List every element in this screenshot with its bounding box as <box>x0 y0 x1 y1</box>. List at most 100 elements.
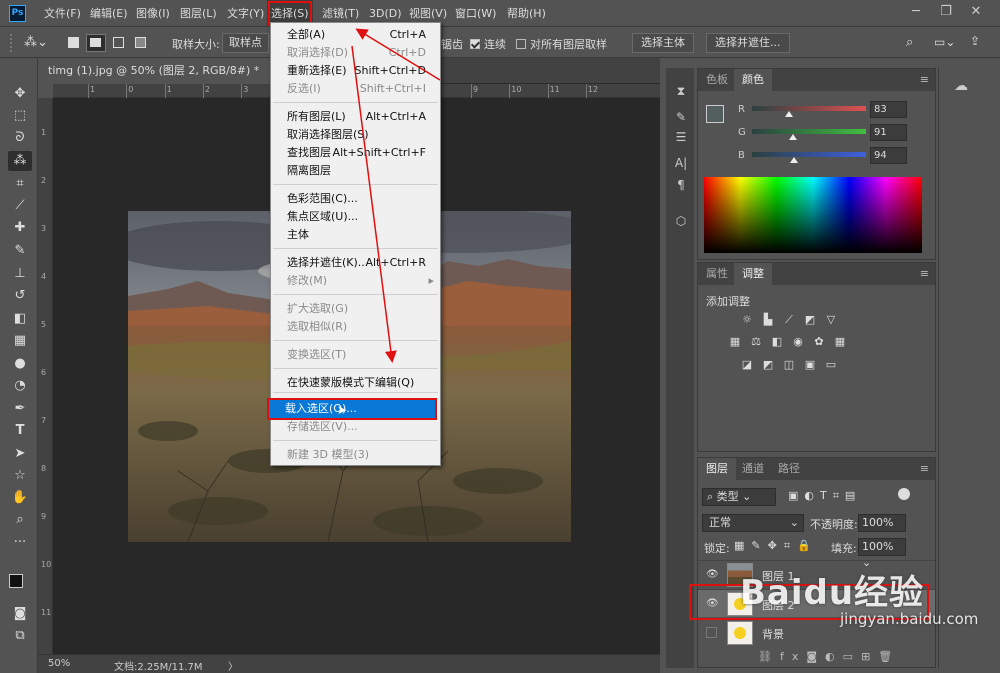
status-menu-arrow[interactable]: 〉 <box>228 658 238 673</box>
fill-input[interactable]: 100% ⌄ <box>858 538 906 569</box>
select-menu-item[interactable]: 新建 3D 模型(3) <box>271 446 440 464</box>
select-menu-item[interactable]: 主体 <box>271 226 440 244</box>
layer-filter-select[interactable]: ⌕ 类型 ⌄ <box>702 488 776 506</box>
magic-wand-icon[interactable]: ⁂⌄ <box>24 35 48 50</box>
tab-channels[interactable]: 通道 <box>734 458 772 480</box>
select-menu-item[interactable]: 选择并遮住(K)... Alt+Ctrl+R <box>271 254 440 272</box>
clone-stamp-tool-icon[interactable]: ⊥ <box>8 264 32 284</box>
select-and-mask-button[interactable]: 选择并遮住... <box>706 33 790 53</box>
trash-icon[interactable]: 🗑 <box>878 650 900 663</box>
layer-filter-icons[interactable]: ▣◐T⌗▤ <box>788 489 861 503</box>
adjustment-icon[interactable]: ◐ <box>825 650 843 663</box>
photo-filter-icon[interactable]: ◉ <box>791 335 805 349</box>
history-panel-icon[interactable]: ⧗ <box>672 82 690 100</box>
select-menu-item[interactable]: 全部(A) Ctrl+A <box>271 26 440 44</box>
menu-1[interactable]: 编辑(E) <box>86 0 132 27</box>
color-slider-track[interactable] <box>752 106 866 111</box>
character-panel-icon[interactable]: A| <box>672 154 690 172</box>
properties-panel-icon[interactable]: ☰ <box>672 128 690 146</box>
crop-tool-icon[interactable]: ⌗ <box>8 174 32 194</box>
eyedropper-tool-icon[interactable]: ⟋ <box>8 196 32 216</box>
select-subject-button[interactable]: 选择主体 <box>632 33 694 53</box>
curves-icon[interactable]: ⟋ <box>782 313 796 327</box>
menu-3[interactable]: 图层(L) <box>176 0 221 27</box>
lasso-tool-icon[interactable]: ᘐ <box>8 128 32 148</box>
slider-thumb[interactable] <box>788 134 797 140</box>
visibility-eye-icon[interactable] <box>706 627 717 638</box>
dodge-tool-icon[interactable]: ◔ <box>8 376 32 396</box>
exposure-icon[interactable]: ◩ <box>803 313 817 327</box>
search-icon[interactable]: ⌕ <box>906 35 913 50</box>
color-lookup-icon[interactable]: ▦ <box>833 335 847 349</box>
vibrance-icon[interactable]: ▽ <box>824 313 838 327</box>
select-menu-item[interactable]: 隔离图层 <box>271 162 440 180</box>
select-menu-item[interactable]: 重新选择(E) Shift+Ctrl+D <box>271 62 440 80</box>
foreground-color-swatch[interactable] <box>9 574 23 588</box>
quick-mask-icon[interactable]: ◙ <box>8 604 32 624</box>
move-tool-icon[interactable]: ✥ <box>8 84 32 104</box>
restore-icon[interactable]: ❐ <box>936 2 956 22</box>
subtract-selection-icon[interactable] <box>113 37 124 48</box>
workspace-icon[interactable]: ▭⌄ <box>934 35 955 49</box>
eraser-tool-icon[interactable]: ◧ <box>8 309 32 329</box>
color-spectrum[interactable] <box>704 177 922 253</box>
history-brush-tool-icon[interactable]: ↺ <box>8 286 32 306</box>
select-menu-item[interactable]: 存储选区(V)... <box>271 418 440 436</box>
add-selection-icon[interactable] <box>86 34 106 52</box>
shape-tool-icon[interactable]: ☆ <box>8 466 32 486</box>
folder-icon[interactable]: ▭ <box>843 650 861 663</box>
select-menu-item[interactable]: 在快速蒙版模式下编辑(Q) <box>271 374 440 392</box>
slider-thumb[interactable] <box>790 157 799 163</box>
select-menu-item[interactable]: 修改(M) ▸ <box>271 272 440 290</box>
path-selection-tool-icon[interactable]: ➤ <box>8 444 32 464</box>
brightness-contrast-icon[interactable]: ☼ <box>740 313 754 327</box>
slider-thumb[interactable] <box>785 111 794 117</box>
filter-toggle-icon[interactable] <box>898 488 910 500</box>
type-tool-icon[interactable]: T <box>8 421 32 441</box>
gradient-tool-icon[interactable]: ▦ <box>8 331 32 351</box>
levels-icon[interactable]: ▙ <box>761 313 775 327</box>
menu-0[interactable]: 文件(F) <box>40 0 85 27</box>
marquee-tool-icon[interactable]: ⬚ <box>8 106 32 126</box>
magic-wand-tool-icon[interactable]: ⁂ <box>8 151 32 171</box>
color-value-input[interactable]: 94 <box>870 147 907 164</box>
fx-icon[interactable]: fx <box>780 650 806 663</box>
brush-tool-icon[interactable]: ✎ <box>8 241 32 261</box>
panel-menu-icon[interactable]: ≡ <box>920 73 929 86</box>
link-icon[interactable]: ⛓ <box>758 650 780 663</box>
select-menu-item[interactable]: 所有图层(L) Alt+Ctrl+A <box>271 108 440 126</box>
select-menu-item[interactable]: 查找图层 Alt+Shift+Ctrl+F <box>271 144 440 162</box>
hue-saturation-icon[interactable]: ▦ <box>728 335 742 349</box>
share-icon[interactable]: ⇪ <box>970 34 980 48</box>
panel-menu-icon[interactable]: ≡ <box>920 462 929 475</box>
creative-cloud-libraries-icon[interactable]: ☁ <box>947 78 975 98</box>
channel-mixer-icon[interactable]: ✿ <box>812 335 826 349</box>
threshold-icon[interactable]: ◫ <box>782 358 796 372</box>
tab-paths[interactable]: 路径 <box>770 458 808 480</box>
tab-layers[interactable]: 图层 <box>698 458 736 480</box>
new-selection-icon[interactable] <box>68 37 79 48</box>
menu-4[interactable]: 文字(Y) <box>223 0 268 27</box>
tab-swatches[interactable]: 色板 <box>698 69 736 91</box>
3d-panel-icon[interactable]: ⬡ <box>672 212 690 230</box>
select-menu-item[interactable]: 选取相似(R) <box>271 318 440 336</box>
posterize-icon[interactable]: ◩ <box>761 358 775 372</box>
brush-settings-icon[interactable]: ✎ <box>672 108 690 126</box>
screen-mode-icon[interactable]: ⧉ <box>8 626 32 646</box>
close-icon[interactable]: ✕ <box>966 2 986 22</box>
sample-size-select[interactable]: 取样点 <box>222 33 269 53</box>
color-value-input[interactable]: 91 <box>870 124 907 141</box>
zoom-level[interactable]: 50% <box>48 658 70 669</box>
select-menu-item[interactable]: 扩大选取(G) <box>271 300 440 318</box>
menu-10[interactable]: 帮助(H) <box>503 0 550 27</box>
select-menu-item[interactable]: 色彩范围(C)... <box>271 190 440 208</box>
select-menu-item[interactable]: 反选(I) Shift+Ctrl+I <box>271 80 440 98</box>
color-slider-track[interactable] <box>752 129 866 134</box>
zoom-tool-icon[interactable]: ⌕ <box>8 510 32 530</box>
opacity-input[interactable]: 100% ⌄ <box>858 514 906 545</box>
minimize-icon[interactable]: ─ <box>906 2 926 22</box>
hand-tool-icon[interactable]: ✋ <box>8 488 32 508</box>
select-menu-item[interactable]: 取消选择(D) Ctrl+D <box>271 44 440 62</box>
intersect-selection-icon[interactable] <box>135 37 146 48</box>
panel-menu-icon[interactable]: ≡ <box>920 267 929 280</box>
